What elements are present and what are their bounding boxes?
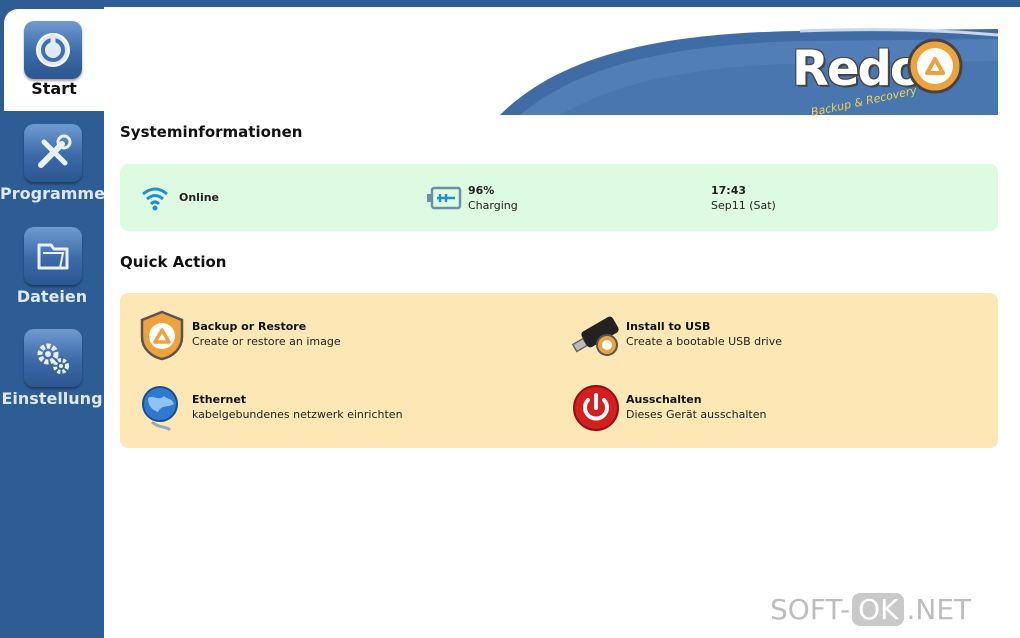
tools-icon (24, 124, 82, 182)
sidebar-item-label: Start (31, 79, 77, 98)
sidebar-item-start[interactable]: Start (4, 9, 104, 111)
sidebar-item-label: Dateien (16, 287, 88, 306)
main-panel: Redo Backup & Recovery Systeminformation… (104, 7, 1016, 638)
action-title: Install to USB (626, 320, 711, 333)
battery-state: Charging (468, 199, 518, 212)
top-border (0, 0, 1020, 7)
power-circle-icon (24, 21, 82, 79)
install-usb-action[interactable]: Install to USB Create a bootable USB dri… (570, 309, 950, 365)
sidebar-item-programme[interactable]: Programme (0, 112, 104, 216)
action-description: kabelgebundenes netzwerk einrichten (192, 408, 403, 421)
network-status: Online (179, 191, 220, 204)
battery-charging-icon (427, 186, 462, 210)
usb-drive-icon (571, 316, 619, 356)
power-button-icon (573, 385, 619, 431)
ethernet-action[interactable]: Ethernet kabelgebundenes netzwerk einric… (136, 382, 516, 438)
redo-logo: Redo Backup & Recovery (792, 37, 972, 119)
sidebar-item-label: Programme (0, 184, 104, 203)
wifi-icon (142, 187, 168, 211)
ethernet-globe-icon (142, 386, 178, 432)
clock-time: 17:43 (711, 184, 747, 197)
sidebar-item-einstellung[interactable]: Einstellung (0, 317, 104, 421)
recycle-shield-icon (140, 310, 184, 361)
watermark-ok: OK (852, 593, 905, 626)
action-title: Ethernet (192, 393, 247, 406)
action-title: Ausschalten (626, 393, 702, 406)
sidebar-item-label: Einstellung (1, 389, 103, 408)
battery-percent: 96% (468, 184, 495, 197)
backup-restore-action[interactable]: Backup or Restore Create or restore an i… (136, 309, 516, 365)
sidebar-item-dateien[interactable]: Dateien (0, 215, 104, 319)
shutdown-action[interactable]: Ausschalten Dieses Gerät ausschalten (570, 382, 950, 438)
watermark: SOFT- OK .NET (770, 593, 971, 626)
folder-icon (24, 227, 82, 285)
sidebar: Start Programme Dateien Einstellung (0, 0, 1020, 638)
watermark-prefix: SOFT- (770, 593, 851, 626)
section-title-quick-action: Quick Action (120, 253, 227, 271)
watermark-suffix: .NET (906, 593, 972, 626)
gears-icon (24, 329, 82, 387)
action-title: Backup or Restore (192, 320, 307, 333)
action-description: Dieses Gerät ausschalten (626, 408, 767, 421)
system-info-panel: Online 96% Charging 17:43 Sep11 (Sat) (120, 164, 998, 231)
section-title-systeminformationen: Systeminformationen (120, 123, 303, 141)
clock-date: Sep11 (Sat) (711, 199, 776, 212)
action-description: Create or restore an image (192, 335, 341, 348)
action-description: Create a bootable USB drive (626, 335, 782, 348)
quick-action-panel: Backup or Restore Create or restore an i… (120, 293, 998, 448)
